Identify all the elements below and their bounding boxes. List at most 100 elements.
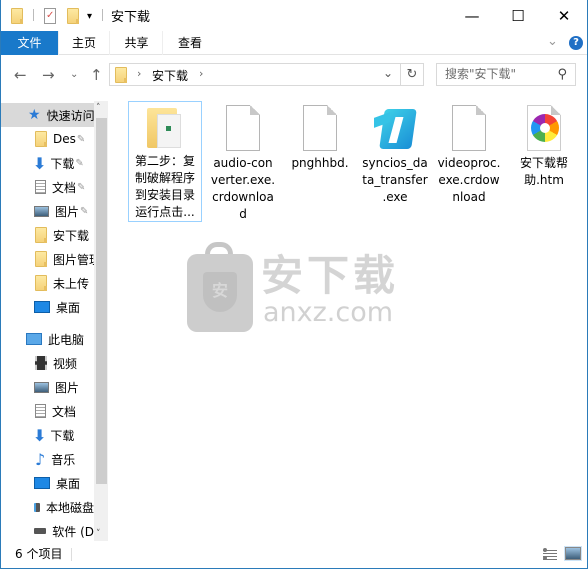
tab-home[interactable]: 主页 bbox=[58, 31, 110, 55]
file-item-pnghhbd[interactable]: pnghhbd. bbox=[283, 101, 357, 172]
desktop-icon bbox=[34, 477, 50, 489]
close-button[interactable]: ✕ bbox=[541, 0, 587, 31]
bag-icon: 安 bbox=[187, 254, 253, 332]
pin-icon: ✎ bbox=[76, 133, 86, 145]
file-item-help-htm[interactable]: 安下载帮 助.htm bbox=[507, 101, 581, 189]
status-bar: 6 个项目 bbox=[1, 541, 587, 568]
folder-icon bbox=[11, 7, 23, 25]
sidebar-item-videos[interactable]: 视频 bbox=[1, 351, 94, 375]
system-drive-icon bbox=[34, 502, 40, 512]
sidebar-item-documents-pinned[interactable]: 文档 ✎ bbox=[1, 175, 94, 199]
folder-icon bbox=[35, 251, 47, 267]
close-icon: ✕ bbox=[557, 6, 571, 25]
back-arrow-icon: ← bbox=[14, 66, 27, 84]
scrollbar-thumb[interactable] bbox=[96, 118, 107, 484]
tab-share[interactable]: 共享 bbox=[111, 31, 163, 55]
refresh-icon: ↻ bbox=[406, 67, 418, 82]
file-name: pnghhbd. bbox=[291, 156, 349, 170]
sidebar-item-pictures-pinned[interactable]: 图片 ✎ bbox=[1, 199, 94, 223]
back-button[interactable]: ← bbox=[14, 66, 27, 84]
maximize-icon: ☐ bbox=[511, 6, 525, 25]
download-icon: ⬇ bbox=[33, 153, 47, 173]
tab-file[interactable]: 文件 bbox=[1, 31, 58, 55]
search-icon: ⚲ bbox=[557, 67, 567, 82]
sidebar-item-this-pc[interactable]: 此电脑 bbox=[1, 327, 94, 351]
breadcrumb-separator[interactable]: › bbox=[199, 67, 203, 80]
up-button[interactable]: ↑ bbox=[90, 66, 103, 84]
sidebar-item-picture-management[interactable]: 图片管理 bbox=[1, 247, 94, 271]
desktop-icon bbox=[34, 301, 50, 313]
document-icon bbox=[35, 180, 46, 194]
sidebar-item-desktop-pinned[interactable]: Des ✎ bbox=[1, 127, 94, 151]
scroll-down-icon[interactable]: ˅ bbox=[96, 529, 101, 539]
file-name: 第二步：复 制破解程序 到安装目录 运行点击... bbox=[134, 154, 195, 219]
search-placeholder: 搜索"安下载" bbox=[445, 67, 517, 81]
watermark-logo: 安 安下载 anxz.com bbox=[187, 242, 417, 334]
minimize-button[interactable]: — bbox=[449, 0, 495, 31]
document-icon bbox=[35, 404, 46, 418]
star-icon: ★ bbox=[28, 107, 41, 123]
details-view-button[interactable] bbox=[543, 548, 557, 560]
sidebar-item-downloads[interactable]: ⬇ 下载 bbox=[1, 423, 94, 447]
large-icons-view-button[interactable] bbox=[564, 546, 582, 561]
breadcrumb-separator: › bbox=[137, 67, 142, 80]
scroll-up-icon[interactable]: ˄ bbox=[96, 103, 101, 113]
recent-locations-button[interactable]: ⌄ bbox=[70, 69, 78, 80]
sidebar-item-not-uploaded[interactable]: 未上传 bbox=[1, 271, 94, 295]
video-icon bbox=[35, 356, 47, 370]
sidebar-item-documents[interactable]: 文档 bbox=[1, 399, 94, 423]
address-dropdown-icon[interactable]: ⌄ bbox=[383, 66, 393, 80]
navigation-pane: ★ 快速访问 Des✎ ⬇ 下载✎ 文档✎ 图片✎ 安下载 图片管理 bbox=[1, 101, 94, 541]
properties-icon[interactable] bbox=[44, 7, 56, 25]
file-name: 安下载帮 助.htm bbox=[519, 156, 568, 187]
customize-toolbar-button[interactable]: ▾ bbox=[87, 7, 92, 25]
file-icon bbox=[303, 105, 337, 151]
title-bar: ▾ 安下载 — ☐ ✕ bbox=[1, 0, 587, 31]
file-icon bbox=[452, 105, 486, 151]
sidebar-item-anxz[interactable]: 安下载 bbox=[1, 223, 94, 247]
syncios-app-icon bbox=[372, 105, 418, 151]
address-bar[interactable]: › 安下载 › ⌄ bbox=[109, 63, 401, 86]
shield-icon: 安 bbox=[203, 272, 237, 312]
search-input[interactable]: 搜索"安下载" ⚲ bbox=[436, 63, 576, 86]
file-item-folder[interactable]: 第二步：复 制破解程序 到安装目录 运行点击... bbox=[128, 101, 202, 222]
sidebar-item-pictures[interactable]: 图片 bbox=[1, 375, 94, 399]
forward-arrow-icon: → bbox=[42, 66, 55, 84]
file-item-syncios[interactable]: syncios_da ta_transfer .exe bbox=[358, 101, 432, 206]
tab-view[interactable]: 查看 bbox=[164, 31, 216, 55]
new-folder-icon[interactable] bbox=[67, 7, 79, 25]
minimize-icon: — bbox=[464, 6, 480, 25]
sidebar-item-music[interactable]: ♪ 音乐 bbox=[1, 447, 94, 471]
expand-ribbon-button[interactable]: ⌄ bbox=[547, 34, 558, 49]
drive-icon bbox=[34, 528, 47, 534]
maximize-button[interactable]: ☐ bbox=[495, 0, 541, 31]
htm-file-icon bbox=[527, 105, 561, 151]
folder-icon bbox=[35, 227, 47, 243]
sidebar-item-local-disk[interactable]: 本地磁盘 bbox=[1, 495, 94, 519]
file-item-videoproc[interactable]: videoproc. exe.crdow nload bbox=[432, 101, 506, 206]
music-icon: ♪ bbox=[35, 449, 46, 469]
sidebar-item-downloads-pinned[interactable]: ⬇ 下载 ✎ bbox=[1, 151, 94, 175]
sidebar-item-software-drive[interactable]: 软件 (D bbox=[1, 519, 94, 541]
file-name: syncios_da ta_transfer .exe bbox=[362, 156, 428, 204]
forward-button[interactable]: → bbox=[42, 66, 55, 84]
folder-icon bbox=[145, 106, 185, 149]
chevron-down-icon: ⌄ bbox=[547, 34, 558, 49]
breadcrumb-item[interactable]: 安下载 bbox=[152, 67, 188, 84]
help-button[interactable]: ? bbox=[569, 36, 583, 50]
item-count: 6 个项目 bbox=[15, 547, 63, 561]
customize-icon: ▾ bbox=[87, 10, 93, 22]
computer-icon bbox=[26, 333, 42, 345]
status-separator bbox=[71, 548, 72, 561]
watermark-text-en: anxz.com bbox=[263, 297, 394, 328]
refresh-button[interactable]: ↻ bbox=[401, 63, 424, 86]
watermark-text-cn: 安下载 bbox=[261, 251, 400, 300]
folder-icon bbox=[115, 67, 127, 83]
pin-icon: ✎ bbox=[80, 205, 89, 217]
sidebar-item-desktop[interactable]: 桌面 bbox=[1, 295, 94, 319]
sidebar-item-quick-access[interactable]: ★ 快速访问 bbox=[1, 103, 94, 127]
file-item-audio-converter[interactable]: audio-con verter.exe. crdownloa d bbox=[206, 101, 280, 223]
ribbon: 文件 主页 共享 查看 ⌄ ? bbox=[1, 31, 587, 55]
sidebar-item-desktop-pc[interactable]: 桌面 bbox=[1, 471, 94, 495]
file-icon bbox=[226, 105, 260, 151]
